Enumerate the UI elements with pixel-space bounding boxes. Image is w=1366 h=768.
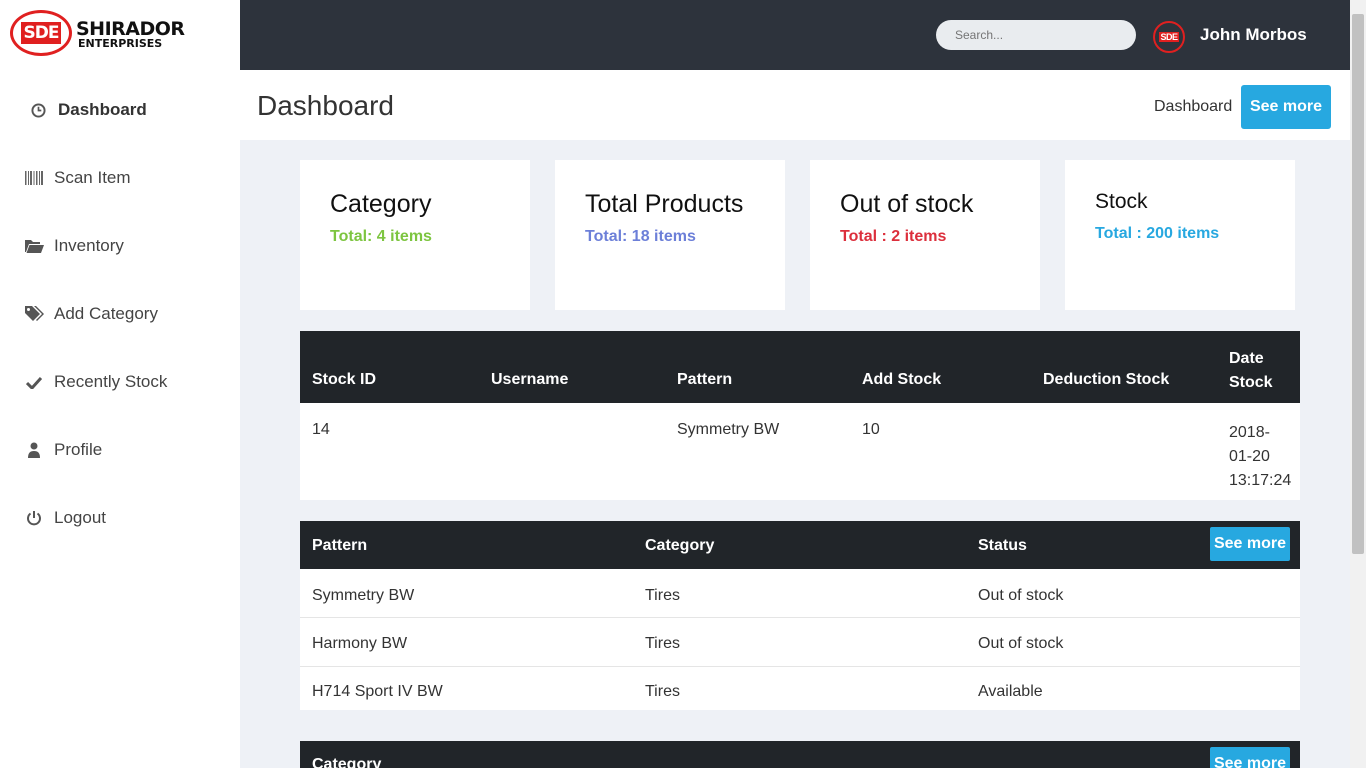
column-header: Add Stock xyxy=(862,371,942,388)
column-header: Pattern xyxy=(312,537,368,554)
sidebar-item-profile[interactable]: Profile xyxy=(0,416,240,484)
column-header: Category xyxy=(645,537,715,554)
scrollbar[interactable] xyxy=(1350,0,1366,768)
card-subtitle: Total: 18 items xyxy=(585,228,696,245)
brand-logo[interactable]: SDE SHIRADOR ENTERPRISES xyxy=(10,10,210,58)
sidebar-item-label: Dashboard xyxy=(58,100,147,119)
cell-stock-id: 14 xyxy=(312,421,330,438)
table-row[interactable]: Harmony BW Tires Out of stock xyxy=(300,618,1300,667)
column-header: Category xyxy=(312,756,382,768)
column-header: Date Stock xyxy=(1229,350,1273,391)
cell-pattern: Symmetry BW xyxy=(677,421,780,438)
search-input[interactable] xyxy=(936,20,1136,50)
sidebar-nav: Dashboard Scan Item Inventory Add Catego… xyxy=(0,76,240,552)
top-bar: SDE John Morbos xyxy=(240,0,1350,70)
category-table: Category See more xyxy=(300,741,1300,768)
sidebar-item-logout[interactable]: Logout xyxy=(0,484,240,552)
card-title: Total Products xyxy=(585,190,744,218)
card-subtitle: Total : 200 items xyxy=(1095,225,1220,242)
cell-category: Tires xyxy=(645,587,680,604)
table-header: Pattern Category Status See more xyxy=(300,521,1300,569)
cell-add-stock: 10 xyxy=(862,421,880,438)
barcode-icon xyxy=(24,171,44,185)
user-icon xyxy=(24,442,44,458)
brand-sub: ENTERPRISES xyxy=(78,37,163,50)
table-row[interactable]: H714 Sport IV BW Tires Available xyxy=(300,667,1300,710)
total-products-card[interactable]: Total Products Total: 18 items xyxy=(555,160,785,310)
breadcrumb[interactable]: Dashboard xyxy=(1154,98,1232,116)
card-subtitle: Total: 4 items xyxy=(330,228,432,245)
table-row[interactable]: 14 Symmetry BW 10 2018- 01-20 13:17:24 xyxy=(300,403,1300,500)
sidebar-item-add-category[interactable]: Add Category xyxy=(0,280,240,348)
sidebar-item-label: Inventory xyxy=(54,236,124,255)
table-header: Category See more xyxy=(300,741,1300,768)
stock-card[interactable]: Stock Total : 200 items xyxy=(1065,160,1295,310)
card-title: Category xyxy=(330,190,432,218)
cell-category: Tires xyxy=(645,683,680,700)
see-more-button[interactable]: See more xyxy=(1241,85,1331,129)
sidebar-item-label: Logout xyxy=(54,508,106,527)
column-header: Status xyxy=(978,537,1027,554)
category-card[interactable]: Category Total: 4 items xyxy=(300,160,530,310)
sidebar-item-label: Add Category xyxy=(54,304,158,323)
date-part: 01-20 xyxy=(1229,448,1270,465)
cell-pattern: H714 Sport IV BW xyxy=(312,683,443,700)
user-name[interactable]: John Morbos xyxy=(1200,25,1307,45)
avatar-badge: SDE xyxy=(1159,32,1179,42)
tags-icon xyxy=(24,306,44,322)
sidebar-item-recently-stock[interactable]: Recently Stock xyxy=(0,348,240,416)
card-title: Out of stock xyxy=(840,190,974,218)
products-table: Pattern Category Status See more Symmetr… xyxy=(300,521,1300,710)
out-of-stock-card[interactable]: Out of stock Total : 2 items xyxy=(810,160,1040,310)
sidebar-item-inventory[interactable]: Inventory xyxy=(0,212,240,280)
check-icon xyxy=(24,376,44,389)
scrollbar-thumb[interactable] xyxy=(1352,14,1364,554)
cell-status: Available xyxy=(978,683,1043,700)
table-row[interactable]: Symmetry BW Tires Out of stock xyxy=(300,569,1300,618)
cell-status: Out of stock xyxy=(978,587,1064,604)
cell-date-stock: 2018- 01-20 13:17:24 xyxy=(1229,421,1291,493)
logo-badge: SDE xyxy=(10,10,72,56)
sidebar-item-scan-item[interactable]: Scan Item xyxy=(0,144,240,212)
page-header: Dashboard Dashboard See more xyxy=(240,70,1350,140)
sidebar-item-label: Scan Item xyxy=(54,168,131,187)
card-title: Stock xyxy=(1095,190,1148,213)
column-header: Username xyxy=(491,371,569,388)
sidebar: SDE SHIRADOR ENTERPRISES Dashboard Scan … xyxy=(0,0,240,768)
folder-open-icon xyxy=(24,239,44,253)
see-more-button[interactable]: See more xyxy=(1210,527,1290,561)
sidebar-item-dashboard[interactable]: Dashboard xyxy=(0,76,240,144)
clock-icon xyxy=(28,102,48,118)
column-header: Deduction Stock xyxy=(1043,371,1170,388)
cell-category: Tires xyxy=(645,635,680,652)
cell-status: Out of stock xyxy=(978,635,1064,652)
logo-badge-text: SDE xyxy=(20,22,62,44)
avatar[interactable]: SDE xyxy=(1153,21,1185,53)
page-title: Dashboard xyxy=(257,90,394,121)
cell-pattern: Harmony BW xyxy=(312,635,408,652)
stock-table: Stock ID Username Pattern Add Stock Dedu… xyxy=(300,331,1300,500)
time-part: 13:17:24 xyxy=(1229,472,1292,489)
date-part: 2018- xyxy=(1229,424,1270,441)
cell-pattern: Symmetry BW xyxy=(312,587,415,604)
table-header: Stock ID Username Pattern Add Stock Dedu… xyxy=(300,331,1300,403)
sidebar-item-label: Profile xyxy=(54,440,103,459)
column-header: Stock ID xyxy=(312,371,377,388)
power-icon xyxy=(24,510,44,526)
sidebar-item-label: Recently Stock xyxy=(54,372,168,391)
card-subtitle: Total : 2 items xyxy=(840,228,947,245)
see-more-button[interactable]: See more xyxy=(1210,747,1290,768)
column-header: Pattern xyxy=(677,371,733,388)
